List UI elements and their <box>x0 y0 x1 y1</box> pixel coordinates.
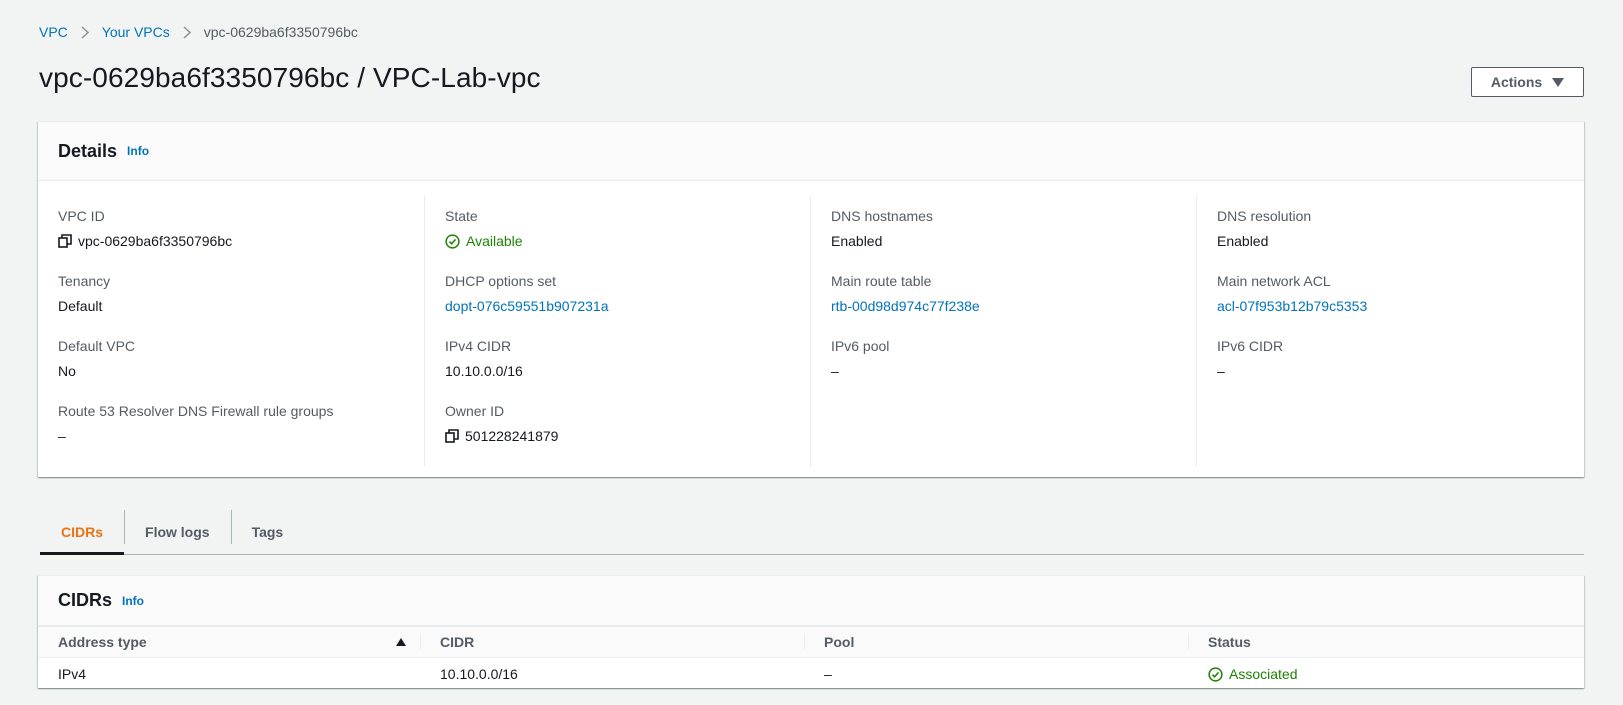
field-label: DNS hostnames <box>831 208 933 224</box>
main-network-acl-link[interactable]: acl-07f953b12b79c5353 <box>1217 297 1572 315</box>
field-label: VPC ID <box>58 208 105 224</box>
cell-address-type: IPv4 <box>58 666 87 682</box>
status-value: Associated <box>1229 666 1298 682</box>
actions-button[interactable]: Actions <box>1471 67 1584 97</box>
breadcrumb: VPC Your VPCs vpc-0629ba6f3350796bc <box>39 22 358 42</box>
chevron-right-icon <box>183 25 191 39</box>
ipv6-pool-value: – <box>831 363 839 379</box>
breadcrumb-current: vpc-0629ba6f3350796bc <box>203 24 358 40</box>
state-value: Available <box>466 233 523 249</box>
details-column-2: State Available DHCP options set dopt-07… <box>424 195 810 467</box>
column-header-label: Address type <box>58 634 147 650</box>
table-row: IPv4 10.10.0.0/16 – Associated <box>38 658 1584 691</box>
field-tenancy: Tenancy Default <box>58 260 414 325</box>
field-main-route-table: Main route table rtb-00d98d974c77f238e <box>831 260 1186 325</box>
dns-resolution-value: Enabled <box>1217 233 1269 249</box>
tab-list: CIDRs Flow logs Tags <box>40 510 1584 555</box>
main-route-table-link[interactable]: rtb-00d98d974c77f238e <box>831 297 1186 315</box>
chevron-right-icon <box>81 25 89 39</box>
tab-flow-logs[interactable]: Flow logs <box>124 510 231 554</box>
details-heading: Details <box>58 140 118 161</box>
field-dhcp: DHCP options set dopt-076c59551b907231a <box>445 260 800 325</box>
field-label: IPv4 CIDR <box>445 338 512 354</box>
field-label: Tenancy <box>58 273 111 289</box>
field-owner-id: Owner ID 501228241879 <box>445 390 800 455</box>
field-label: Main network ACL <box>1217 273 1331 289</box>
copy-icon[interactable] <box>445 429 459 443</box>
copy-icon[interactable] <box>58 234 72 248</box>
details-column-4: DNS resolution Enabled Main network ACL … <box>1196 195 1582 467</box>
field-label: DNS resolution <box>1217 208 1312 224</box>
field-ipv6-cidr: IPv6 CIDR – <box>1217 325 1572 390</box>
field-dns-resolution: DNS resolution Enabled <box>1217 195 1572 260</box>
cell-cidr: 10.10.0.0/16 <box>440 666 518 682</box>
owner-id-value: 501228241879 <box>465 428 559 444</box>
page-title: vpc-0629ba6f3350796bc / VPC-Lab-vpc <box>39 62 541 93</box>
field-value: vpc-0629ba6f3350796bc <box>58 232 414 250</box>
field-state: State Available <box>445 195 800 260</box>
field-label: IPv6 pool <box>831 338 890 354</box>
field-default-vpc: Default VPC No <box>58 325 414 390</box>
default-vpc-value: No <box>58 363 76 379</box>
status-indicator: Associated <box>1208 658 1584 690</box>
field-route53: Route 53 Resolver DNS Firewall rule grou… <box>58 390 414 455</box>
check-circle-icon <box>445 233 460 249</box>
details-panel: Details Info VPC ID vpc-0629ba6f3350796b… <box>38 121 1584 477</box>
details-column-3: DNS hostnames Enabled Main route table r… <box>810 195 1196 467</box>
tab-cidrs[interactable]: CIDRs <box>40 510 125 555</box>
field-label: DHCP options set <box>445 273 557 289</box>
field-value: 501228241879 <box>445 427 800 445</box>
dns-hostnames-value: Enabled <box>831 233 883 249</box>
breadcrumb-vpc-link[interactable]: VPC <box>39 24 68 40</box>
cidrs-panel: CIDRs Info Address type CIDR Pool Status… <box>38 575 1584 688</box>
column-header-cidr[interactable]: CIDR <box>420 626 804 658</box>
route53-value: – <box>58 428 66 444</box>
field-label: IPv6 CIDR <box>1217 338 1284 354</box>
field-label: State <box>445 208 478 224</box>
sort-ascending-icon[interactable] <box>396 638 406 646</box>
table-header-row: Address type CIDR Pool Status <box>38 626 1584 658</box>
tab-tags[interactable]: Tags <box>230 510 305 554</box>
ipv4-cidr-value: 10.10.0.0/16 <box>445 363 523 379</box>
cidrs-table: Address type CIDR Pool Status IPv4 10.10… <box>38 626 1584 690</box>
field-ipv4-cidr: IPv4 CIDR 10.10.0.0/16 <box>445 325 800 390</box>
cell-status: Associated <box>1188 658 1584 691</box>
cidrs-header: CIDRs Info <box>38 576 1584 626</box>
field-ipv6-pool: IPv6 pool – <box>831 325 1186 390</box>
tenancy-value: Default <box>58 298 103 314</box>
cidrs-heading: CIDRs <box>58 590 113 610</box>
field-label: Route 53 Resolver DNS Firewall rule grou… <box>58 403 334 419</box>
field-main-network-acl: Main network ACL acl-07f953b12b79c5353 <box>1217 260 1572 325</box>
vpc-id-value: vpc-0629ba6f3350796bc <box>78 233 233 249</box>
column-header-pool[interactable]: Pool <box>804 626 1188 658</box>
field-label: Owner ID <box>445 403 505 419</box>
details-header: Details Info <box>38 122 1584 181</box>
field-label: Main route table <box>831 273 932 289</box>
field-vpc-id: VPC ID vpc-0629ba6f3350796bc <box>58 195 414 260</box>
cidrs-info-link[interactable]: Info <box>122 594 144 608</box>
dhcp-options-link[interactable]: dopt-076c59551b907231a <box>445 297 800 315</box>
actions-button-label: Actions <box>1490 74 1543 90</box>
breadcrumb-your-vpcs-link[interactable]: Your VPCs <box>102 24 170 40</box>
column-header-address-type[interactable]: Address type <box>38 626 420 658</box>
details-info-link[interactable]: Info <box>127 144 149 158</box>
cell-pool: – <box>824 666 832 682</box>
field-value: Available <box>445 232 800 250</box>
details-grid: VPC ID vpc-0629ba6f3350796bc Tenancy Def… <box>38 181 1584 467</box>
check-circle-icon <box>1208 666 1223 682</box>
column-header-status[interactable]: Status <box>1188 626 1584 658</box>
field-label: Default VPC <box>58 338 136 354</box>
details-column-1: VPC ID vpc-0629ba6f3350796bc Tenancy Def… <box>38 195 424 467</box>
ipv6-cidr-value: – <box>1217 363 1225 379</box>
field-dns-hostnames: DNS hostnames Enabled <box>831 195 1186 260</box>
caret-down-icon <box>1552 77 1565 87</box>
